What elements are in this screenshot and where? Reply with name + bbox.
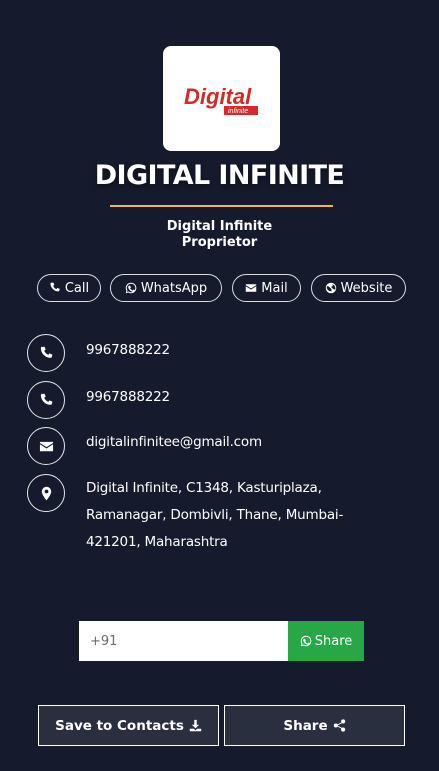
mail-label: Mail: [261, 280, 288, 296]
call-label: Call: [64, 280, 90, 296]
share-label: Share: [283, 717, 328, 734]
location-circle-button[interactable]: [27, 474, 65, 512]
whatsapp-share-label: Share: [314, 633, 353, 649]
logo: Digital infinite: [163, 46, 280, 151]
phone-icon: [40, 393, 52, 405]
digital-infinite-logo: Digital infinite: [184, 84, 258, 115]
title-divider: [110, 205, 333, 207]
whatsapp-icon: [300, 635, 312, 647]
phone-input[interactable]: [79, 621, 288, 661]
envelope-icon: [39, 441, 53, 451]
save-to-contacts-label: Save to Contacts: [55, 717, 184, 734]
email-circle-button[interactable]: [27, 427, 65, 465]
download-icon: [189, 719, 202, 732]
phone-circle-button[interactable]: [27, 381, 65, 419]
whatsapp-share-button[interactable]: Share: [288, 621, 364, 661]
owner-role: Proprietor: [181, 235, 258, 250]
save-to-contacts-button[interactable]: Save to Contacts: [38, 705, 219, 746]
share-button[interactable]: Share: [224, 705, 405, 746]
svg-text:Digital: Digital: [184, 84, 252, 109]
mail-button[interactable]: Mail: [232, 274, 301, 302]
phone-icon: [40, 346, 52, 358]
svg-text:infinite: infinite: [228, 108, 248, 115]
share-alt-icon: [333, 719, 345, 732]
website-button[interactable]: Website: [311, 274, 406, 302]
call-button[interactable]: Call: [37, 274, 101, 302]
phone-number[interactable]: 9967888222: [86, 384, 386, 411]
phone-circle-button[interactable]: [27, 334, 65, 372]
action-buttons: Call WhatsApp Mail Website: [0, 274, 439, 302]
phone-icon: [50, 282, 60, 292]
owner-name: Digital Infinite: [166, 219, 273, 234]
website-label: Website: [340, 280, 393, 296]
email-address[interactable]: digitalinfinitee@gmail.com: [86, 429, 386, 456]
address-text: Digital Infinite, C1348, Kasturiplaza, R…: [86, 480, 344, 550]
whatsapp-share-bar: Share: [79, 621, 364, 661]
map-marker-icon: [41, 486, 51, 500]
whatsapp-label: WhatsApp: [140, 280, 208, 296]
envelope-icon: [246, 284, 257, 292]
whatsapp-button[interactable]: WhatsApp: [110, 274, 222, 302]
whatsapp-icon: [125, 282, 137, 294]
globe-icon: [325, 282, 336, 294]
business-name: DIGITAL INFINITE: [94, 160, 345, 191]
phone-number[interactable]: 9967888222: [86, 337, 386, 364]
